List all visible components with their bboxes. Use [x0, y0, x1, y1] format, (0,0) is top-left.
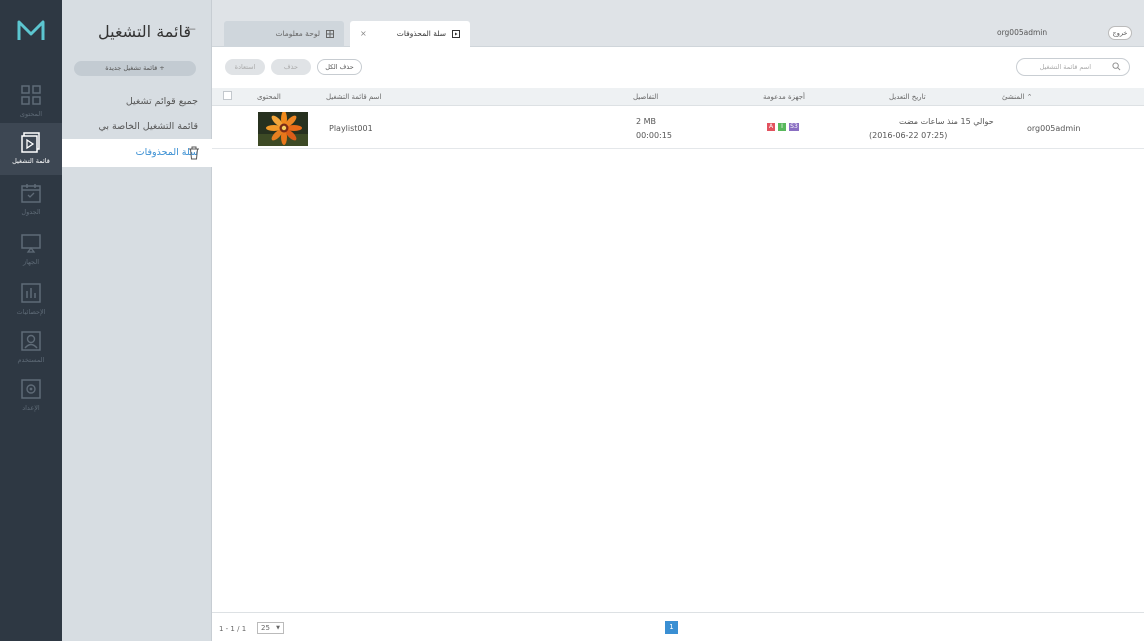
rail-item-settings[interactable]: الإعداد [0, 370, 62, 422]
page-size-value: 25 [261, 624, 270, 632]
search-icon[interactable] [1112, 62, 1121, 71]
rail-item-statistics[interactable]: الإحصائيات [0, 274, 62, 326]
search-input[interactable]: اسم قائمة التشغيل [1016, 58, 1130, 76]
rail-label-statistics: الإحصائيات [16, 308, 46, 316]
close-icon[interactable]: × [360, 21, 367, 47]
tab-dashboard-label: لوحة معلومات [275, 29, 320, 38]
schedule-icon [21, 184, 41, 203]
logout-button[interactable]: خروج [1108, 26, 1132, 40]
magicinfo-logo[interactable] [0, 0, 62, 62]
playlist-name[interactable]: Playlist001 [329, 124, 373, 133]
playlist-icon [21, 132, 40, 153]
playlist-tab-icon [452, 30, 460, 38]
modified-relative: حوالي 15 منذ ساعات مضت [899, 117, 994, 126]
left-nav-rail: المحتوى قائمة التشغيل الجدول الجهاز الإح… [0, 0, 62, 641]
page-range: 1 - 1 / 1 [219, 625, 247, 633]
select-all-checkbox[interactable] [223, 91, 232, 100]
top-header: لوحة معلومات × سلة المحذوفات org005admin… [212, 0, 1144, 47]
rail-label-user: المستخدم [17, 356, 45, 364]
col-content[interactable]: المحتوى [257, 88, 281, 106]
creator-name: org005admin [1027, 124, 1081, 133]
tab-dashboard[interactable]: لوحة معلومات [224, 21, 344, 47]
col-details[interactable]: التفاصيل [633, 88, 658, 106]
rail-label-playlist: قائمة التشغيل [12, 157, 50, 165]
rail-label-schedule: الجدول [21, 208, 41, 216]
playlist-duration: 00:00:15 [636, 131, 672, 140]
current-username: org005admin [997, 28, 1048, 37]
rail-item-content[interactable]: المحتوى [0, 76, 62, 128]
playlist-thumbnail [258, 112, 308, 146]
table-footer: 1 - 1 / 1 25 ▼ 1 [212, 612, 1144, 641]
rail-item-schedule[interactable]: الجدول [0, 174, 62, 226]
rail-item-user[interactable]: المستخدم [0, 322, 62, 374]
tab-recycle-bin-label: سلة المحذوفات [396, 29, 446, 38]
delete-button[interactable]: حذف [271, 59, 311, 75]
restore-button[interactable]: استعادة [225, 59, 265, 75]
tab-recycle-bin[interactable]: × سلة المحذوفات [350, 21, 470, 47]
table-row[interactable]: Playlist001 2 MB 00:00:15 A I S3 حوالي 1… [212, 107, 1144, 149]
col-creator-label: المنشئ [1002, 93, 1025, 101]
col-name[interactable]: اسم قائمة التشغيل [326, 88, 381, 106]
col-creator[interactable]: المنشئ ⌃ [1002, 88, 1032, 106]
sort-ascending-icon[interactable]: ⌃ [1027, 93, 1033, 101]
submenu-item-all-playlists[interactable]: جميع قوائم تشغيل [62, 88, 212, 116]
col-devices[interactable]: أجهزة مدعومة [763, 88, 805, 106]
submenu-title: قائمة التشغيل [98, 22, 191, 41]
playlist-size: 2 MB [636, 117, 657, 126]
user-icon [21, 331, 41, 351]
device-badge-i: I [778, 123, 786, 131]
device-badge-s3: S3 [789, 123, 799, 131]
device-badge-a: A [767, 123, 775, 131]
rail-label-content: المحتوى [19, 110, 43, 118]
device-icon [21, 234, 41, 253]
content-grid-icon [21, 85, 41, 105]
page-size-select[interactable]: 25 ▼ [257, 622, 284, 634]
table-header: المحتوى اسم قائمة التشغيل التفاصيل أجهزة… [212, 88, 1144, 106]
submenu-item-my-playlists[interactable]: قائمة التشغيل الخاصة بي [62, 113, 212, 141]
logo-m-icon [17, 20, 45, 40]
new-playlist-button[interactable]: قائمة تشغيل جديدة + [74, 61, 196, 76]
col-modified[interactable]: تاريخ التعديل [889, 88, 926, 106]
rail-item-playlist[interactable]: قائمة التشغيل [0, 123, 62, 175]
rail-label-device: الجهاز [22, 258, 40, 266]
trash-icon[interactable] [188, 146, 200, 160]
settings-icon [21, 379, 41, 399]
chevron-down-icon: ▼ [276, 625, 280, 631]
rail-item-device[interactable]: الجهاز [0, 224, 62, 276]
page-button-current[interactable]: 1 [665, 621, 678, 634]
statistics-icon [21, 283, 41, 303]
search-placeholder: اسم قائمة التشغيل [1039, 63, 1091, 71]
modified-date: (2016-06-22 07:25) [869, 131, 948, 140]
playlist-submenu: ← قائمة التشغيل قائمة تشغيل جديدة + جميع… [62, 0, 212, 641]
delete-all-button[interactable]: حذف الكل [317, 59, 362, 75]
rail-label-settings: الإعداد [22, 404, 40, 412]
dashboard-icon [326, 30, 334, 38]
